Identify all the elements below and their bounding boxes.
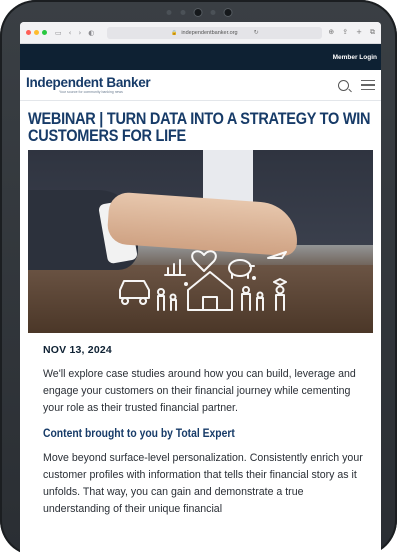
tablet-camera [166, 9, 231, 16]
plane-icon [267, 251, 287, 259]
member-bar: Member Login [20, 44, 381, 70]
logo-text: Independent Banker [26, 74, 151, 90]
financial-icons-illustration [119, 250, 287, 311]
sidebar-icon[interactable]: ▭ [55, 29, 62, 37]
tablet-screen: ▭ ‹ › ◐ 🔒 independentbanker.org ↻ ⊕ ⇪ + … [20, 22, 381, 556]
article-paragraph: Move beyond surface-level personalizatio… [43, 452, 363, 515]
logo-tagline: Your source for community banking news [59, 90, 123, 95]
car-icon [119, 280, 150, 305]
bar-chart-icon [164, 259, 186, 276]
hamburger-menu-icon[interactable] [361, 80, 375, 90]
reload-icon[interactable]: ↻ [254, 29, 259, 36]
minimize-window-button[interactable] [34, 30, 39, 35]
privacy-shield-icon[interactable]: ◐ [88, 29, 94, 37]
article-date: NOV 13, 2024 [43, 344, 112, 356]
article-intro: We'll explore case studies around how yo… [43, 368, 356, 414]
back-icon[interactable]: ‹ [69, 29, 72, 37]
new-tab-icon[interactable]: + [356, 28, 362, 37]
heart-icon [191, 250, 217, 272]
search-icon[interactable] [338, 79, 349, 91]
graduate-icon [275, 285, 285, 295]
article-body: NOV 13, 2024 We'll explore case studies … [20, 344, 363, 518]
lock-icon: 🔒 [171, 29, 178, 36]
browser-toolbar: ▭ ‹ › ◐ 🔒 independentbanker.org ↻ ⊕ ⇪ + … [20, 22, 381, 44]
article-title: WEBINAR | TURN DATA INTO A STRATEGY TO W… [28, 110, 371, 145]
address-bar[interactable]: 🔒 independentbanker.org ↻ [107, 26, 323, 39]
sponsor-subheading: Content brought to you by Total Expert [43, 428, 235, 440]
site-logo[interactable]: Independent Banker Your source for commu… [26, 74, 151, 95]
house-icon [187, 271, 233, 311]
zoom-window-button[interactable] [42, 30, 47, 35]
share-icon[interactable]: ⇪ [342, 28, 348, 37]
tablet-frame: ▭ ‹ › ◐ 🔒 independentbanker.org ↻ ⊕ ⇪ + … [0, 0, 397, 556]
hero-image [28, 150, 373, 333]
people-icon [242, 286, 250, 294]
tabs-overview-icon[interactable]: ⧉ [370, 28, 375, 37]
address-text: independentbanker.org [181, 29, 238, 36]
download-icon[interactable]: ⊕ [328, 28, 334, 37]
window-controls [26, 30, 47, 35]
family-icon [157, 288, 165, 296]
close-window-button[interactable] [26, 30, 31, 35]
site-header: Independent Banker Your source for commu… [20, 70, 381, 101]
member-login-link[interactable]: Member Login [333, 54, 377, 61]
forward-icon[interactable]: › [78, 29, 81, 37]
